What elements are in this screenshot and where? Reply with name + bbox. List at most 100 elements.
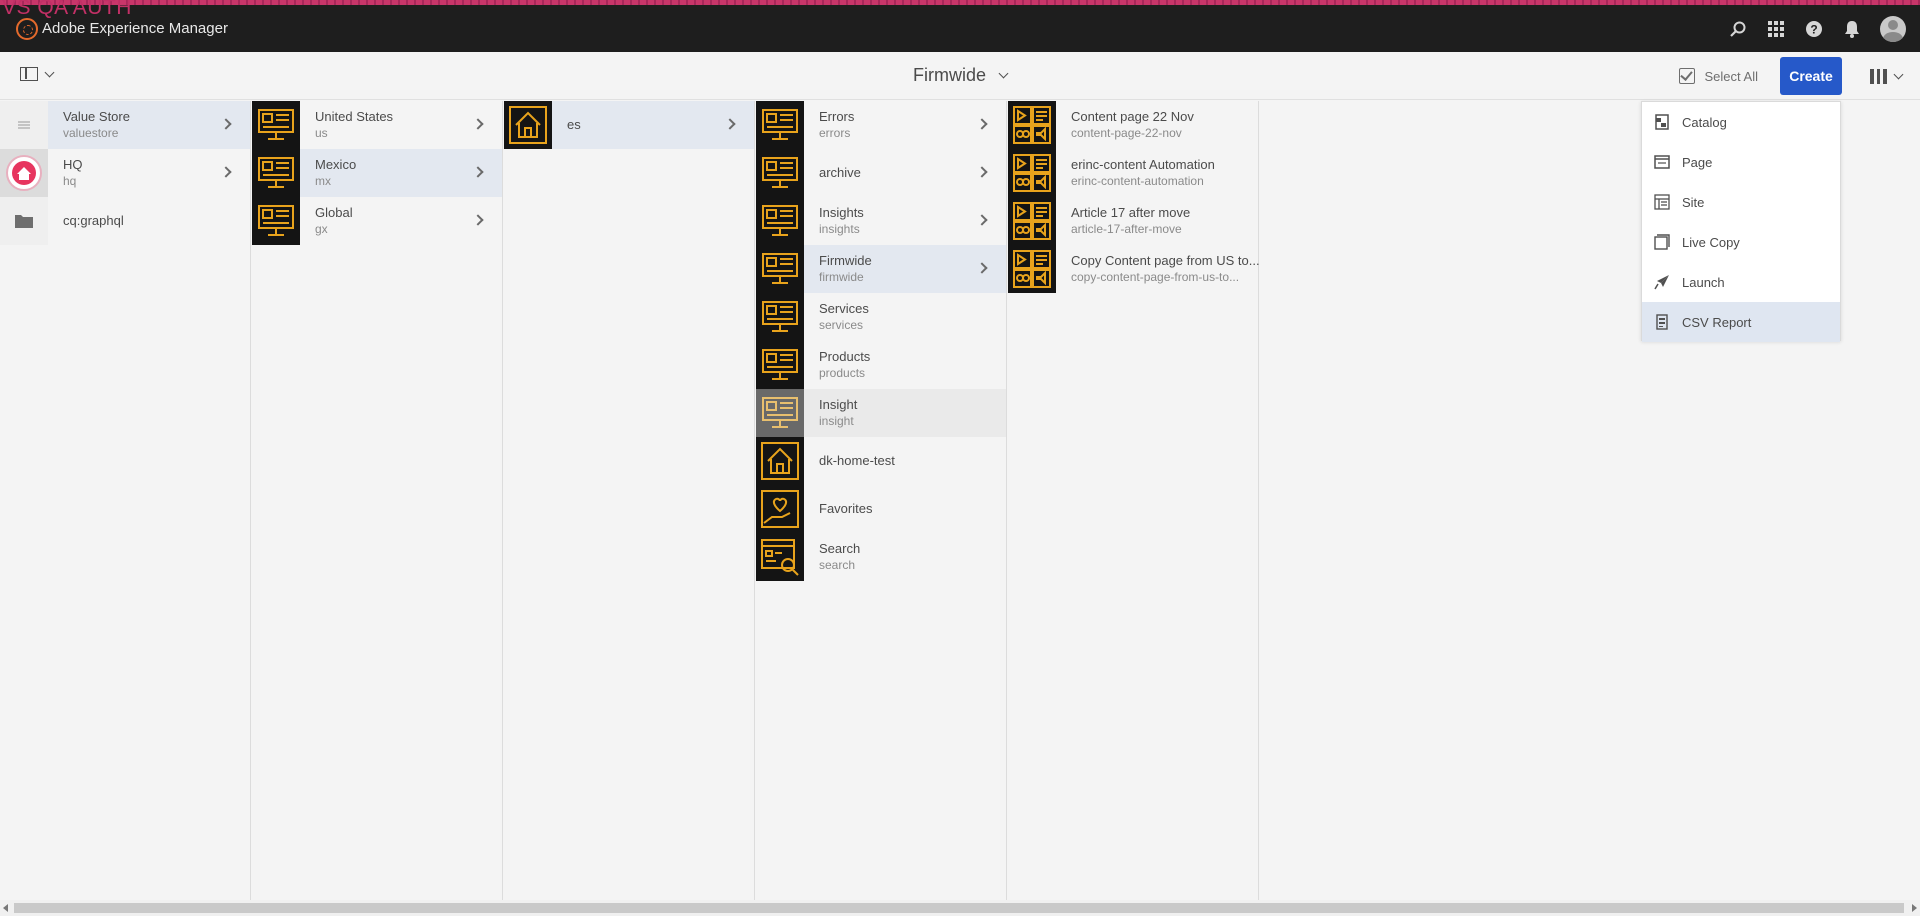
catalog-icon xyxy=(1654,114,1670,130)
aem-logo-icon xyxy=(16,17,38,40)
chevron-right-icon[interactable] xyxy=(976,166,988,178)
monitor-icon xyxy=(756,245,804,293)
scroll-left-icon[interactable] xyxy=(3,904,8,912)
menu-item-label: Live Copy xyxy=(1682,234,1740,250)
create-menu-item-page[interactable]: Page xyxy=(1642,142,1840,182)
page-title: Firmwide xyxy=(912,65,986,85)
media-icon xyxy=(1008,197,1056,245)
item-name: gx xyxy=(315,222,328,236)
column-item[interactable]: United States us xyxy=(252,101,502,149)
scrollbar-thumb[interactable] xyxy=(14,903,1904,913)
item-title: Value Store xyxy=(63,109,130,124)
create-menu-item-catalog[interactable]: Catalog xyxy=(1642,102,1840,142)
item-title: Insights xyxy=(819,205,864,220)
item-name: errors xyxy=(819,126,851,140)
column-item[interactable]: es xyxy=(504,101,754,149)
user-avatar[interactable] xyxy=(1880,15,1906,42)
column-item[interactable]: Insights insights xyxy=(756,197,1006,245)
chevron-right-icon[interactable] xyxy=(220,166,232,178)
media-icon xyxy=(1008,149,1056,197)
item-title: Errors xyxy=(819,109,855,124)
column-item[interactable]: Search search xyxy=(756,533,1006,581)
live-copy-icon xyxy=(1654,234,1670,250)
menu-item-label: Launch xyxy=(1682,274,1725,290)
horizontal-scrollbar[interactable] xyxy=(0,900,1920,916)
column-item[interactable]: cq:graphql xyxy=(0,197,250,245)
item-name: erinc-content-automation xyxy=(1071,174,1204,188)
item-name: mx xyxy=(315,174,331,188)
chevron-right-icon[interactable] xyxy=(472,214,484,226)
item-title: Favorites xyxy=(819,501,873,516)
create-menu-item-live-copy[interactable]: Live Copy xyxy=(1642,222,1840,262)
global-header: Adobe Experience Manager ? xyxy=(0,5,1920,52)
chevron-right-icon[interactable] xyxy=(976,214,988,226)
item-title: Global xyxy=(315,205,353,220)
chevron-right-icon[interactable] xyxy=(472,118,484,130)
media-icon xyxy=(1008,245,1056,293)
column-item[interactable]: Content page 22 Nov content-page-22-nov xyxy=(1008,101,1258,149)
menu-item-label: Catalog xyxy=(1682,114,1727,130)
chevron-right-icon[interactable] xyxy=(976,118,988,130)
create-menu-item-launch[interactable]: Launch xyxy=(1642,262,1840,302)
column-item[interactable]: Errors errors xyxy=(756,101,1006,149)
item-name: products xyxy=(819,366,866,380)
column-item[interactable]: archive xyxy=(756,149,1006,197)
column-item[interactable]: Favorites xyxy=(756,485,1006,533)
item-title: Services xyxy=(819,301,869,316)
item-name: hq xyxy=(63,174,77,188)
chevron-down-icon xyxy=(998,68,1009,79)
folder-icon xyxy=(0,197,48,245)
lines-icon xyxy=(0,101,48,149)
menu-item-label: CSV Report xyxy=(1682,314,1752,330)
column-5: Content page 22 Nov content-page-22-nov er… xyxy=(1008,101,1260,900)
item-title: archive xyxy=(819,165,861,180)
breadcrumb-title[interactable]: Firmwide xyxy=(0,65,1920,86)
column-item[interactable]: Article 17 after move article-17-after-mo… xyxy=(1008,197,1258,245)
monitor-icon xyxy=(756,101,804,149)
column-item[interactable]: HQ hq xyxy=(0,149,250,197)
create-button[interactable]: Create xyxy=(1780,57,1842,95)
chevron-right-icon[interactable] xyxy=(724,118,736,130)
column-item[interactable]: Insight insight xyxy=(756,389,1006,437)
item-title: Firmwide xyxy=(819,253,872,268)
column-item[interactable]: Value Store valuestore xyxy=(0,101,250,149)
column-item[interactable]: Mexico mx xyxy=(252,149,502,197)
create-menu-item-site[interactable]: Site xyxy=(1642,182,1840,222)
chevron-down-icon xyxy=(1893,69,1904,80)
item-name: services xyxy=(819,318,864,332)
column-1: Value Store valuestore HQ hq cq:graphql xyxy=(0,101,251,900)
column-item[interactable]: erinc-content Automation erinc-content-au… xyxy=(1008,149,1258,197)
help-icon[interactable]: ? xyxy=(1804,19,1824,39)
view-switcher-button[interactable] xyxy=(1870,69,1904,84)
chevron-right-icon[interactable] xyxy=(472,166,484,178)
column-item[interactable]: Copy Content page from US to... copy-cont… xyxy=(1008,245,1260,293)
column-item[interactable]: Services services xyxy=(756,293,1006,341)
search-icon[interactable] xyxy=(1728,19,1748,39)
monitor-icon xyxy=(252,197,300,245)
item-title: Insight xyxy=(819,397,858,412)
monitor-icon xyxy=(756,197,804,245)
chevron-right-icon[interactable] xyxy=(976,262,988,274)
item-title: Mexico xyxy=(315,157,357,172)
apps-grid-icon[interactable] xyxy=(1766,19,1786,39)
item-name: copy-content-page-from-us-to... xyxy=(1071,270,1240,284)
monitor-icon xyxy=(756,149,804,197)
brand[interactable]: Adobe Experience Manager xyxy=(16,17,228,40)
select-all-button[interactable]: Select All xyxy=(1678,68,1758,84)
select-all-icon xyxy=(1678,68,1695,84)
column-item[interactable]: Products products xyxy=(756,341,1006,389)
column-item[interactable]: Firmwide firmwide xyxy=(756,245,1006,293)
scroll-right-icon[interactable] xyxy=(1912,904,1917,912)
item-title: Copy Content page from US to... xyxy=(1071,253,1260,268)
column-item[interactable]: dk-home-test xyxy=(756,437,1006,485)
item-title: cq:graphql xyxy=(63,213,124,228)
item-title: dk-home-test xyxy=(819,453,895,468)
create-menu-item-csv-report[interactable]: CSV Report xyxy=(1642,302,1840,342)
column-item[interactable]: Global gx xyxy=(252,197,502,245)
svg-text:?: ? xyxy=(1810,22,1817,36)
notifications-bell-icon[interactable] xyxy=(1842,19,1862,39)
item-name: firmwide xyxy=(819,270,864,284)
chevron-right-icon[interactable] xyxy=(220,118,232,130)
monitor-icon xyxy=(252,149,300,197)
column-view: Value Store valuestore HQ hq cq:graphql Unite… xyxy=(0,101,1920,900)
